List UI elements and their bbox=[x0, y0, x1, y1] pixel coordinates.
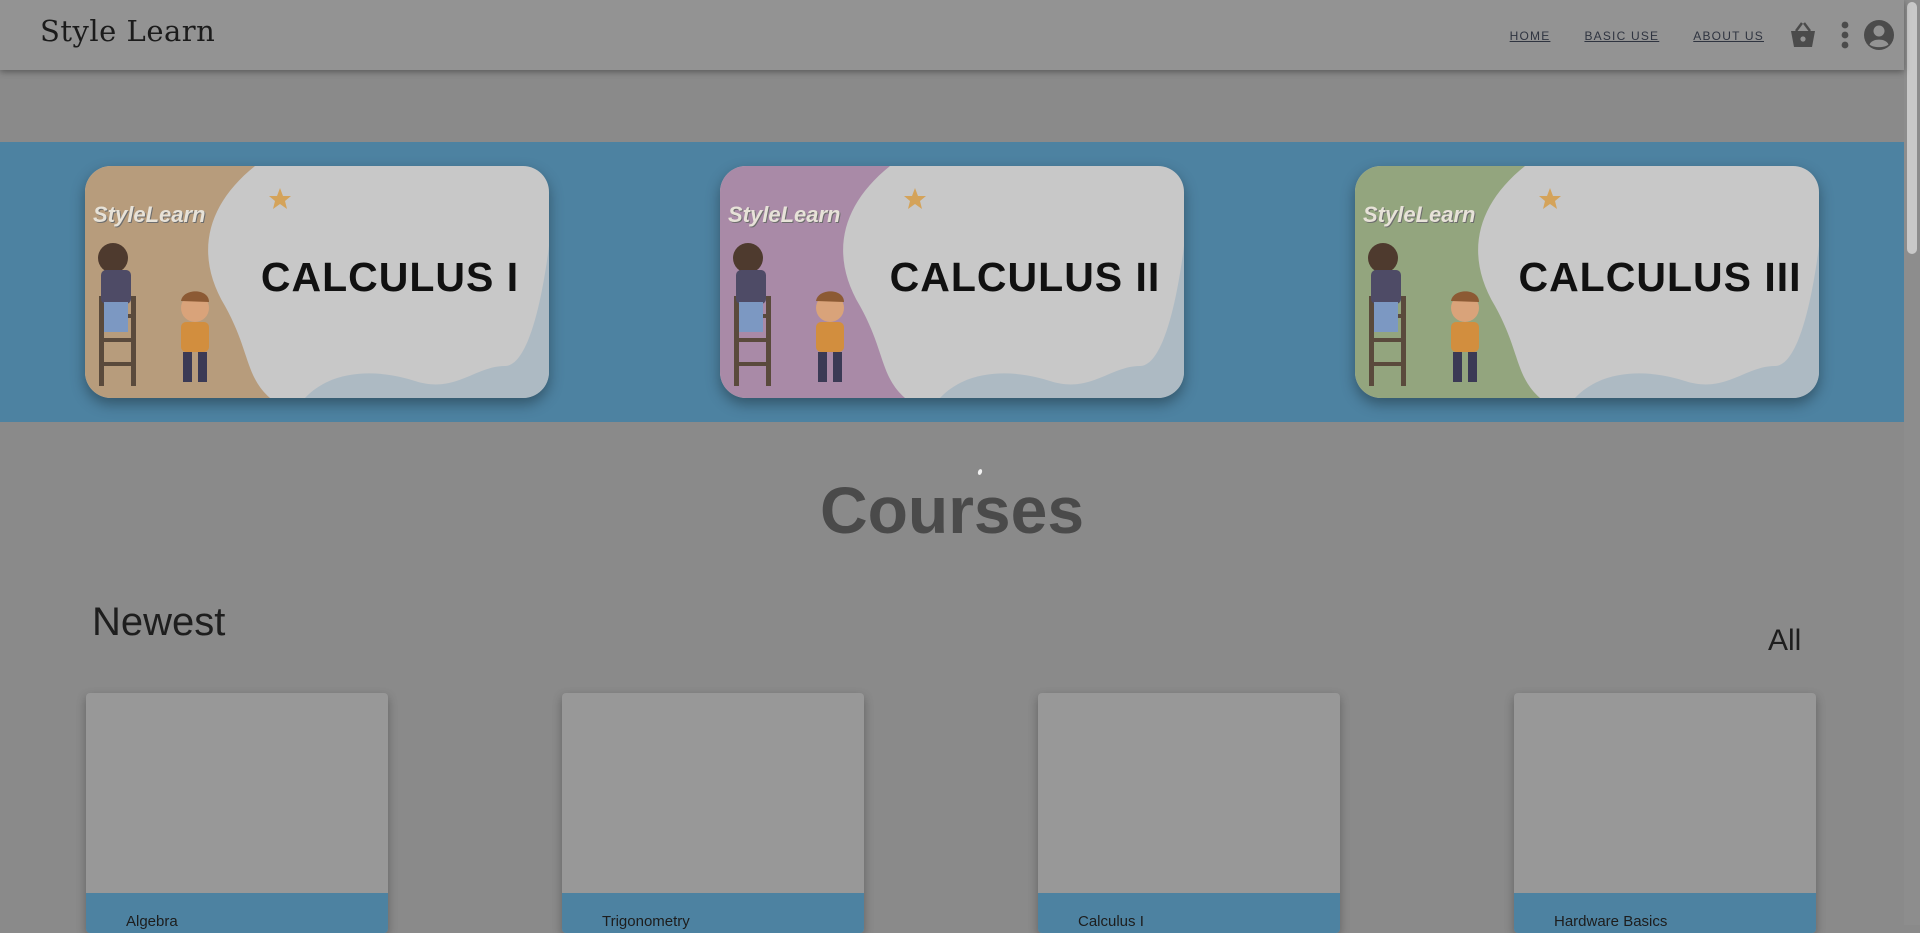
course-tile-trigonometry[interactable]: Trigonometry bbox=[562, 693, 864, 933]
all-courses-link[interactable]: All bbox=[1768, 624, 1801, 658]
account-icon[interactable] bbox=[1862, 18, 1896, 52]
page-scrollbar[interactable] bbox=[1904, 0, 1920, 925]
card-brand-label: StyleLearn bbox=[1363, 202, 1476, 227]
courses-heading: Courses bbox=[819, 473, 1085, 547]
newest-heading: Newest bbox=[92, 600, 226, 644]
course-tile-hardware-basics[interactable]: Hardware Basics bbox=[1514, 693, 1816, 933]
top-navbar: Style Learn HOME BASIC USE ABOUT US bbox=[0, 0, 1904, 70]
basket-icon[interactable] bbox=[1786, 18, 1820, 52]
tile-label: Hardware Basics bbox=[1554, 913, 1668, 930]
banner-card-calculus-3[interactable]: StyleLearn CALCULUS III bbox=[1355, 166, 1819, 398]
card-title: CALCULUS I bbox=[260, 254, 520, 300]
card-title: CALCULUS II bbox=[889, 254, 1161, 300]
nav-basic-use-link[interactable]: BASIC USE bbox=[1584, 29, 1659, 43]
card-brand-label: StyleLearn bbox=[93, 202, 206, 227]
scrollbar-thumb[interactable] bbox=[1907, 2, 1917, 254]
tile-label: Trigonometry bbox=[602, 913, 690, 930]
nav-home-link[interactable]: HOME bbox=[1510, 29, 1551, 43]
more-vertical-icon[interactable] bbox=[1828, 18, 1862, 52]
tile-label: Calculus I bbox=[1078, 913, 1144, 930]
banner-card-calculus-1[interactable]: StyleLearn CALCULUS I bbox=[85, 166, 549, 398]
main-nav: HOME BASIC USE ABOUT US bbox=[1510, 29, 1764, 43]
course-banner: StyleLearn CALCULUS I StyleLearn CALCULU… bbox=[0, 142, 1904, 422]
nav-about-us-link[interactable]: ABOUT US bbox=[1693, 29, 1764, 43]
course-tile-algebra[interactable]: Algebra bbox=[86, 693, 388, 933]
site-logo[interactable]: Style Learn bbox=[40, 14, 215, 48]
card-brand-label: StyleLearn bbox=[728, 202, 841, 227]
card-title: CALCULUS III bbox=[1518, 254, 1802, 300]
tile-label: Algebra bbox=[126, 913, 178, 930]
banner-card-calculus-2[interactable]: StyleLearn CALCULUS II bbox=[720, 166, 1184, 398]
course-tile-calculus-1[interactable]: Calculus I bbox=[1038, 693, 1340, 933]
